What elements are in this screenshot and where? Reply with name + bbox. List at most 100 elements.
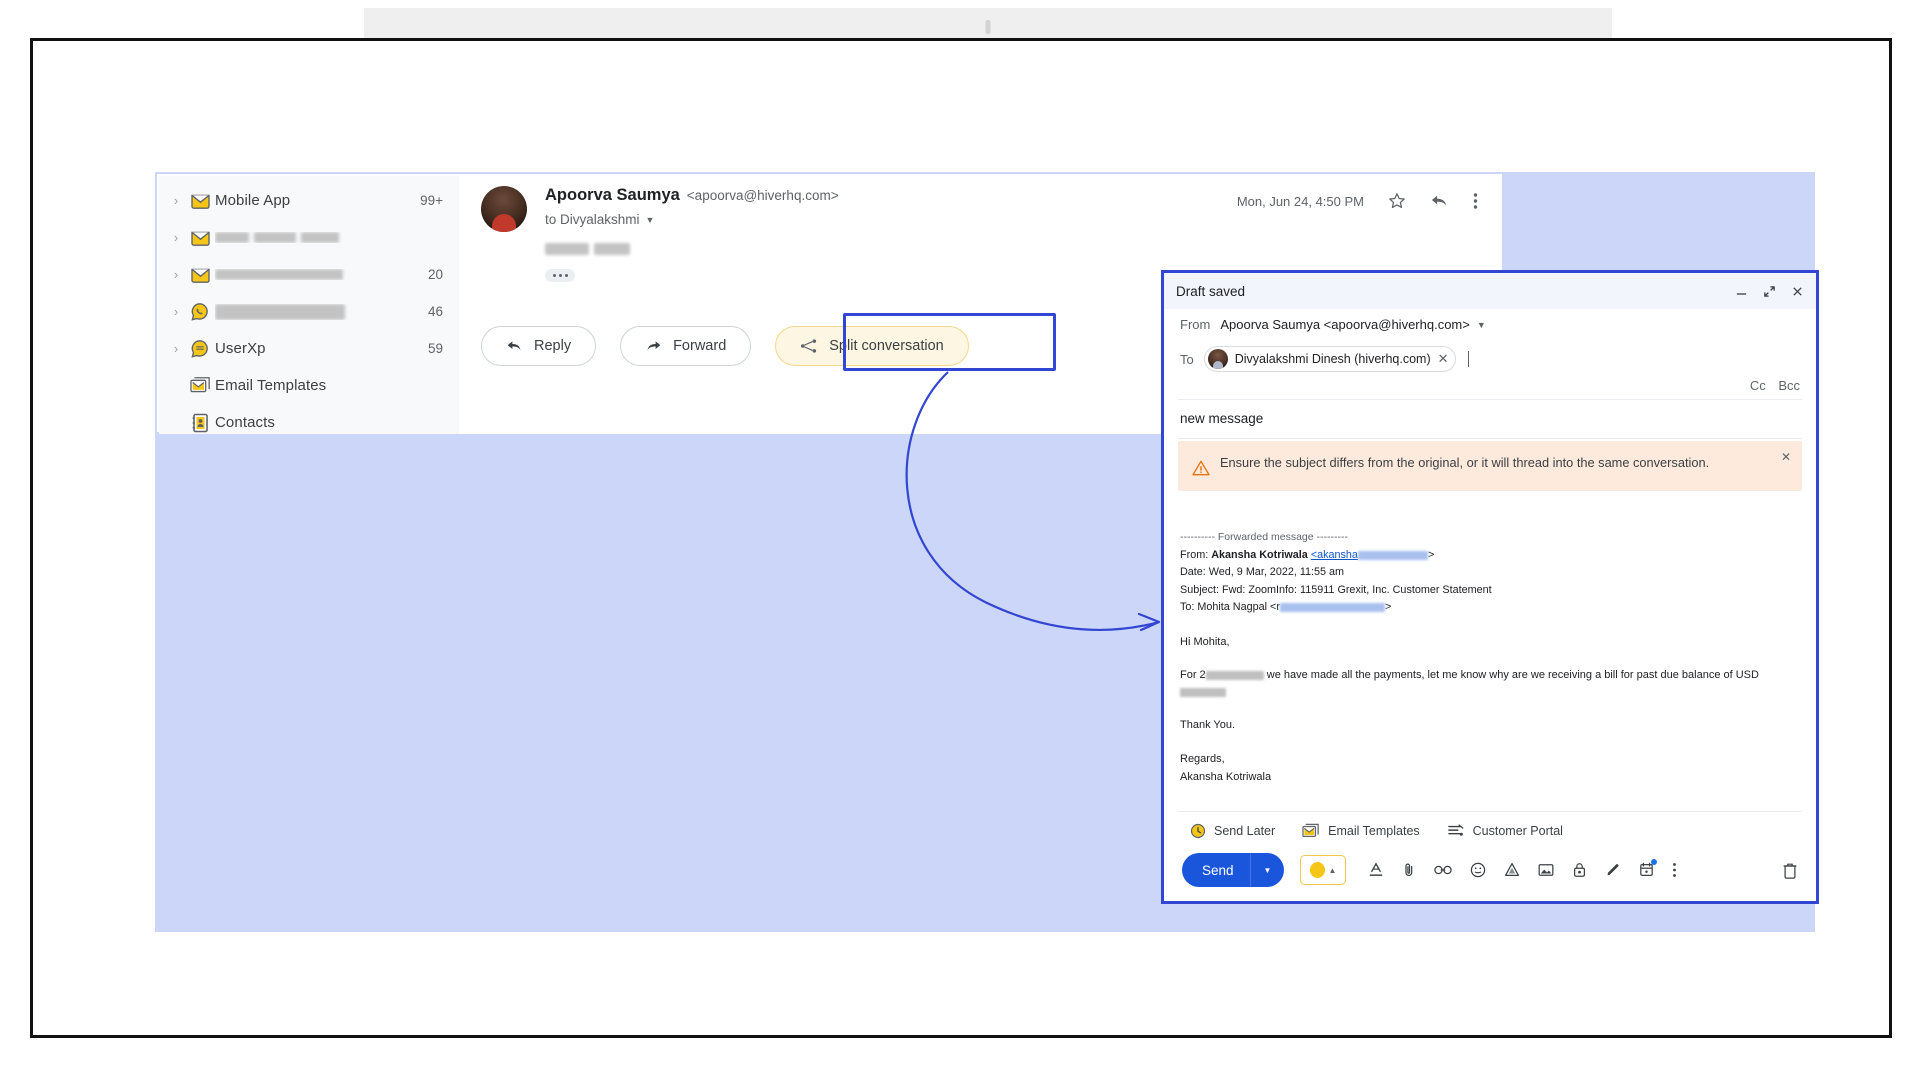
chip-avatar [1207,349,1228,369]
templates-icon [1302,823,1319,837]
text-caret [1467,351,1469,367]
email-templates-button[interactable]: Email Templates [1302,823,1420,839]
message-subject-redacted [545,243,839,255]
clock-icon [1190,823,1206,839]
schedule-icon[interactable] [1639,859,1658,878]
sender-line: Apoorva Saumya <apoorva@hiverhq.com> [545,186,839,205]
forwarded-date-line: Date: Wed, 9 Mar, 2022, 11:55 am [1180,566,1345,579]
chevron-down-icon[interactable]: ▼ [646,215,655,225]
confidential-icon[interactable] [1572,862,1587,878]
sidebar-item-redacted-3[interactable]: › 46 [159,293,459,330]
message-date: Mon, Jun 24, 4:50 PM [1236,193,1364,209]
reply-arrow-icon[interactable] [1430,193,1449,209]
compose-body[interactable]: ---------- Forwarded message --------- F… [1164,491,1816,811]
chevron-right-icon[interactable]: › [167,268,185,281]
from-value: Apoorva Saumya <apoorva@hiverhq.com> [1220,317,1470,332]
dot [564,274,568,277]
dismiss-warning-icon[interactable]: ✕ [1781,450,1791,464]
sidebar-item-count: 99+ [420,193,443,208]
forwarded-to-prefix: To: Mohita Nagpal <r [1180,601,1280,614]
hiver-toggle-button[interactable]: ▲ [1300,855,1347,885]
shared-inbox-icon [185,192,215,209]
customer-portal-button[interactable]: Customer Portal [1447,823,1563,839]
send-button[interactable]: Send ▼ [1182,853,1285,887]
star-icon[interactable] [1388,192,1406,210]
link-icon[interactable] [1434,864,1453,876]
subject-value: new message [1180,411,1264,426]
from-field-row[interactable]: From Apoorva Saumya <apoorva@hiverhq.com… [1164,309,1816,339]
remove-recipient-icon[interactable]: ✕ [1438,351,1449,367]
sidebar-item-email-templates[interactable]: › Email Templates [159,367,459,404]
sidebar-item-mobile-app[interactable]: › Mobile App 99+ [159,182,459,219]
customer-portal-label: Customer Portal [1472,824,1563,838]
sidebar-item-label: Contacts [215,414,275,431]
formatting-icon[interactable] [1368,862,1384,878]
body-regards: Regards, [1180,752,1225,765]
email-templates-label: Email Templates [1328,824,1420,838]
shared-inbox-icon [185,266,215,283]
close-icon[interactable] [1791,285,1804,298]
sender-email: <apoorva@hiverhq.com> [686,188,839,203]
footer-app-row: Send Later Email Templates Customer Port… [1164,812,1816,849]
forwarded-from-name: Akansha Kotriwala [1211,549,1308,561]
chevron-down-icon[interactable]: ▼ [1477,320,1486,330]
forwarded-to-line: To: Mohita Nagpal <r > [1180,601,1392,614]
dot [558,274,562,277]
body-signature: Akansha Kotriwala [1180,771,1272,784]
minimize-icon[interactable] [1735,285,1748,298]
sidebar: › Mobile App 99+ › › 20 › 46 › UserXp 59… [159,176,459,434]
formatting-toolbar [1368,859,1677,878]
sidebar-item-label: Email Templates [215,377,327,394]
sidebar-item-count: 59 [427,341,443,356]
warning-text: Ensure the subject differs from the orig… [1220,455,1710,470]
chevron-right-icon[interactable]: › [167,231,185,244]
split-conversation-label: Split conversation [829,338,944,354]
sidebar-item-label-redacted [215,232,435,243]
forward-button[interactable]: Forward [620,326,752,366]
signature-icon[interactable] [1605,862,1621,878]
sidebar-item-contacts[interactable]: › Contacts [159,404,459,441]
subject-field[interactable]: new message [1164,400,1816,438]
whatsapp-icon [185,302,215,322]
reply-button[interactable]: Reply [481,326,597,366]
show-trimmed-content-button[interactable] [545,269,575,282]
more-options-icon[interactable] [1473,192,1478,210]
dot [552,274,556,277]
hiver-logo-icon [1310,862,1326,878]
body-greeting: Hi Mohita, [1180,635,1230,648]
chevron-up-icon[interactable]: ▲ [1328,866,1336,875]
send-options-caret-icon[interactable]: ▼ [1251,866,1285,875]
image-icon[interactable] [1538,863,1554,877]
recipient-line[interactable]: to Divyalakshmi ▼ [545,212,839,227]
body-paragraph-mid: we have made all the payments, let me kn… [1266,669,1759,682]
discard-draft-button[interactable] [1782,862,1798,879]
sidebar-item-redacted-1[interactable]: › [159,219,459,256]
more-options-icon[interactable] [1672,862,1677,878]
emoji-icon[interactable] [1470,862,1486,878]
body-thanks: Thank You. [1180,719,1236,732]
send-label: Send [1202,862,1234,878]
forwarded-from-email[interactable]: <akansha [1311,549,1358,561]
attach-icon[interactable] [1402,862,1416,878]
to-field-row[interactable]: To Divyalakshmi Dinesh (hiverhq.com) ✕ [1164,339,1816,378]
chat-icon [185,339,215,359]
chevron-right-icon[interactable]: › [167,194,185,207]
chevron-right-icon[interactable]: › [167,305,185,318]
body-paragraph-start: For 2 [1180,669,1206,682]
sender-name: Apoorva Saumya [545,186,680,204]
recipient-chip[interactable]: Divyalakshmi Dinesh (hiverhq.com) ✕ [1203,346,1456,372]
split-conversation-button[interactable]: Split conversation [775,326,969,366]
cc-button[interactable]: Cc [1750,378,1766,393]
sidebar-item-redacted-2[interactable]: › 20 [159,256,459,293]
forwarded-subject-line: Subject: Fwd: ZoomInfo: 115911 Grexit, I… [1180,583,1492,596]
compose-titlebar: Draft saved [1164,273,1816,309]
chevron-right-icon[interactable]: › [167,342,185,355]
drive-icon[interactable] [1504,862,1520,878]
send-later-button[interactable]: Send Later [1190,823,1275,839]
sidebar-item-userxp[interactable]: › UserXp 59 [159,330,459,367]
message-action-buttons: Reply Forward Split conversation [481,326,969,366]
bcc-button[interactable]: Bcc [1778,378,1800,393]
sidebar-item-count: 46 [427,304,443,319]
expand-icon[interactable] [1763,285,1776,298]
recipient-text: to Divyalakshmi [545,212,640,227]
